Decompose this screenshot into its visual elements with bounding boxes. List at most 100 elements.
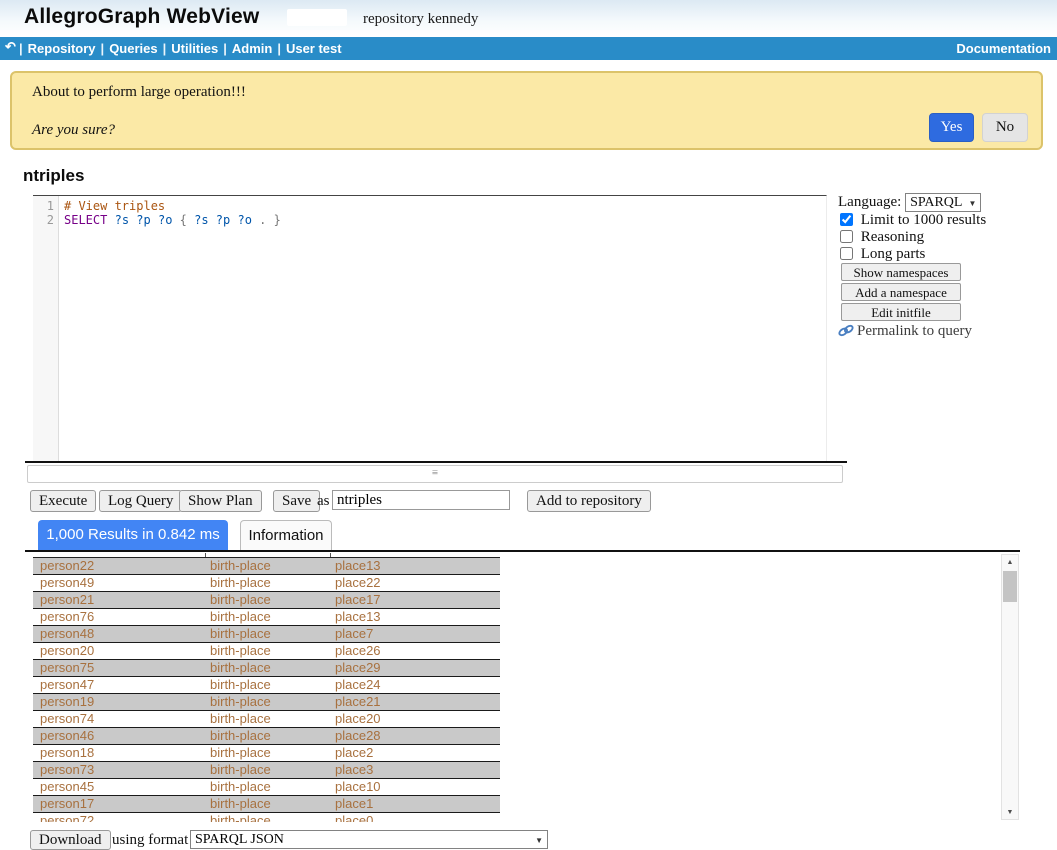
table-cell[interactable]: person73 — [33, 762, 210, 778]
scroll-down-button[interactable]: ▼ — [1002, 805, 1018, 819]
table-cell[interactable]: person19 — [33, 694, 210, 710]
app-title: AllegroGraph WebView — [24, 5, 259, 29]
table-cell[interactable]: birth-place — [210, 626, 335, 642]
table-cell[interactable]: birth-place — [210, 575, 335, 591]
table-cell[interactable]: person22 — [33, 558, 210, 574]
scrollbar-thumb[interactable] — [1003, 571, 1017, 602]
table-cell[interactable]: birth-place — [210, 779, 335, 795]
table-cell[interactable]: person74 — [33, 711, 210, 727]
query-editor[interactable]: 1# View triples2SELECT ?s ?p ?o { ?s ?p … — [33, 195, 827, 462]
table-cell[interactable]: birth-place — [210, 660, 335, 676]
table-cell[interactable]: birth-place — [210, 609, 335, 625]
table-cell[interactable]: birth-place — [210, 711, 335, 727]
table-cell[interactable]: birth-place — [210, 677, 335, 693]
nav-item-utilities[interactable]: Utilities — [171, 41, 218, 56]
language-select-value: SPARQL — [910, 195, 962, 210]
chain-link-icon — [838, 324, 854, 337]
table-cell[interactable]: place3 — [335, 762, 500, 778]
table-cell[interactable]: place0 — [335, 813, 500, 822]
log-query-button[interactable]: Log Query — [99, 490, 182, 512]
table-cell[interactable]: person18 — [33, 745, 210, 761]
code-text: SELECT ?s ?p ?o { ?s ?p ?o . } — [58, 213, 281, 227]
execute-button[interactable]: Execute — [30, 490, 96, 512]
table-cell[interactable]: birth-place — [210, 813, 335, 822]
table-cell[interactable]: place28 — [335, 728, 500, 744]
table-cell[interactable]: person17 — [33, 796, 210, 812]
table-cell[interactable]: person47 — [33, 677, 210, 693]
table-cell[interactable]: person48 — [33, 626, 210, 642]
show-namespaces-button[interactable]: Show namespaces — [841, 263, 961, 281]
save-button[interactable]: Save — [273, 490, 320, 512]
table-cell[interactable]: place21 — [335, 694, 500, 710]
tab-results[interactable]: 1,000 Results in 0.842 ms — [38, 520, 228, 550]
table-cell[interactable]: place13 — [335, 609, 500, 625]
table-cell[interactable]: place29 — [335, 660, 500, 676]
nav-documentation-link[interactable]: Documentation — [956, 41, 1051, 56]
table-cell[interactable]: birth-place — [210, 796, 335, 812]
table-row: person19birth-placeplace21 — [33, 694, 500, 711]
table-cell[interactable]: person45 — [33, 779, 210, 795]
table-cell[interactable]: birth-place — [210, 728, 335, 744]
table-cell[interactable]: birth-place — [210, 592, 335, 608]
add-to-repository-button[interactable]: Add to repository — [527, 490, 651, 512]
table-cell[interactable]: place24 — [335, 677, 500, 693]
table-cell[interactable]: place2 — [335, 745, 500, 761]
download-format-select[interactable]: SPARQL JSON▼ — [190, 830, 548, 849]
table-cell[interactable]: place13 — [335, 558, 500, 574]
repository-label: repository kennedy — [363, 11, 478, 28]
line-number: 1 — [33, 199, 58, 213]
table-cell[interactable]: birth-place — [210, 745, 335, 761]
table-cell[interactable]: birth-place — [210, 643, 335, 659]
language-select[interactable]: SPARQL▼ — [905, 193, 981, 212]
scroll-up-button[interactable]: ▲ — [1002, 555, 1018, 569]
table-row: person72birth-placeplace0 — [33, 813, 500, 822]
table-cell[interactable]: person46 — [33, 728, 210, 744]
reasoning-checkbox[interactable] — [840, 230, 853, 243]
code-text: # View triples — [58, 199, 165, 213]
table-cell[interactable]: place10 — [335, 779, 500, 795]
language-label: Language: — [838, 194, 901, 210]
table-cell[interactable]: place1 — [335, 796, 500, 812]
edit-initfile-button[interactable]: Edit initfile — [841, 303, 961, 321]
table-cell[interactable]: person20 — [33, 643, 210, 659]
alert-no-button[interactable]: No — [982, 113, 1028, 142]
table-cell[interactable]: person72 — [33, 813, 210, 822]
table-cell[interactable]: birth-place — [210, 762, 335, 778]
long-parts-label: Long parts — [861, 246, 926, 262]
table-row: person18birth-placeplace2 — [33, 745, 500, 762]
limit-results-checkbox[interactable] — [840, 213, 853, 226]
table-cell[interactable]: place7 — [335, 626, 500, 642]
table-cell[interactable]: place17 — [335, 592, 500, 608]
nav-item-repository[interactable]: Repository — [28, 41, 96, 56]
table-cell[interactable]: person21 — [33, 592, 210, 608]
show-plan-button[interactable]: Show Plan — [179, 490, 262, 512]
table-cell[interactable]: birth-place — [210, 694, 335, 710]
long-parts-checkbox[interactable] — [840, 247, 853, 260]
editor-lines: 1# View triples2SELECT ?s ?p ?o { ?s ?p … — [33, 199, 826, 227]
table-cell[interactable]: birth-place — [210, 558, 335, 574]
add-namespace-button[interactable]: Add a namespace — [841, 283, 961, 301]
table-cell[interactable]: person76 — [33, 609, 210, 625]
editor-resize-handle[interactable]: ≡ — [27, 465, 843, 483]
table-cell[interactable]: person49 — [33, 575, 210, 591]
table-cell[interactable]: person75 — [33, 660, 210, 676]
download-button[interactable]: Download — [30, 830, 111, 850]
allegrograph-webview-page: AllegroGraph WebView repository kennedy … — [0, 0, 1057, 850]
nav-item-user-test[interactable]: User test — [286, 41, 342, 56]
nav-item-queries[interactable]: Queries — [109, 41, 157, 56]
table-cell[interactable]: place26 — [335, 643, 500, 659]
table-cell[interactable]: place20 — [335, 711, 500, 727]
long-parts-checkbox-row: Long parts — [840, 246, 925, 263]
query-name-heading: ntriples — [23, 166, 84, 186]
nav-item-admin[interactable]: Admin — [232, 41, 272, 56]
table-cell[interactable]: place22 — [335, 575, 500, 591]
table-row: person75birth-placeplace29 — [33, 660, 500, 677]
save-name-input[interactable] — [332, 490, 510, 510]
alert-yes-button[interactable]: Yes — [929, 113, 974, 142]
permalink-to-query-link[interactable]: Permalink to query — [838, 323, 972, 340]
tab-information[interactable]: Information — [240, 520, 332, 550]
results-scrollbar[interactable]: ▲ ▼ — [1001, 554, 1019, 820]
code-line: 2SELECT ?s ?p ?o { ?s ?p ?o . } — [33, 213, 826, 227]
title-blank-box — [287, 9, 347, 26]
alert-message: About to perform large operation!!! — [32, 84, 246, 101]
